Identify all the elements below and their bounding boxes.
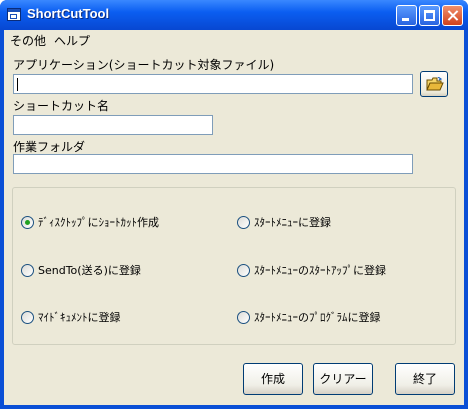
window-title: ShortCutTool <box>27 6 110 21</box>
browse-button[interactable] <box>420 71 448 97</box>
workdir-input[interactable] <box>13 154 413 174</box>
workdir-label: 作業フォルダ <box>13 140 86 154</box>
app-icon[interactable] <box>7 8 21 21</box>
minimize-button[interactable] <box>396 5 417 26</box>
option-startup-label: ｽﾀｰﾄﾒﾆｭｰのｽﾀｰﾄｱｯﾌﾟに登録 <box>254 264 386 277</box>
close-button[interactable] <box>442 5 463 26</box>
exit-button[interactable]: 終了 <box>395 363 455 395</box>
option-startmenu-label: ｽﾀｰﾄﾒﾆｭｰに登録 <box>254 216 331 229</box>
shortcut-name-label: ショートカット名 <box>13 99 110 113</box>
app-window: ShortCutTool その他 ヘルプ アプリケーション(ショートカット対象フ… <box>0 0 468 409</box>
client-area: その他 ヘルプ アプリケーション(ショートカット対象ファイル) ショートカット名… <box>4 30 464 405</box>
shortcut-name-input[interactable] <box>13 115 213 135</box>
maximize-button[interactable] <box>419 5 440 26</box>
create-button[interactable]: 作成 <box>243 363 303 395</box>
option-sendto-label: SendTo(送る)に登録 <box>38 264 141 277</box>
option-mydocuments-label: ﾏｲﾄﾞｷｭﾒﾝﾄに登録 <box>38 311 121 324</box>
options-group: ﾃﾞｨｽｸﾄｯﾌﾟにｼｮｰﾄｶｯﾄ作成 ｽﾀｰﾄﾒﾆｭｰに登録 SendTo(送… <box>12 187 456 345</box>
menu-help[interactable]: ヘルプ <box>54 32 90 49</box>
option-desktop-label: ﾃﾞｨｽｸﾄｯﾌﾟにｼｮｰﾄｶｯﾄ作成 <box>38 216 159 229</box>
menu-other[interactable]: その他 <box>10 32 46 49</box>
clear-button[interactable]: クリアー <box>313 363 373 395</box>
radio-mydocuments[interactable] <box>21 311 34 324</box>
option-programs-label: ｽﾀｰﾄﾒﾆｭｰのﾌﾟﾛｸﾞﾗﾑに登録 <box>254 311 381 324</box>
radio-sendto[interactable] <box>21 264 34 277</box>
radio-startup[interactable] <box>237 264 250 277</box>
text-caret <box>17 78 18 91</box>
title-bar[interactable]: ShortCutTool <box>0 0 468 30</box>
menu-bar: その他 ヘルプ <box>4 30 464 48</box>
radio-startmenu[interactable] <box>237 216 250 229</box>
radio-desktop[interactable] <box>21 216 34 229</box>
radio-programs[interactable] <box>237 311 250 324</box>
app-path-input[interactable] <box>13 74 413 94</box>
app-label: アプリケーション(ショートカット対象ファイル) <box>13 58 275 72</box>
